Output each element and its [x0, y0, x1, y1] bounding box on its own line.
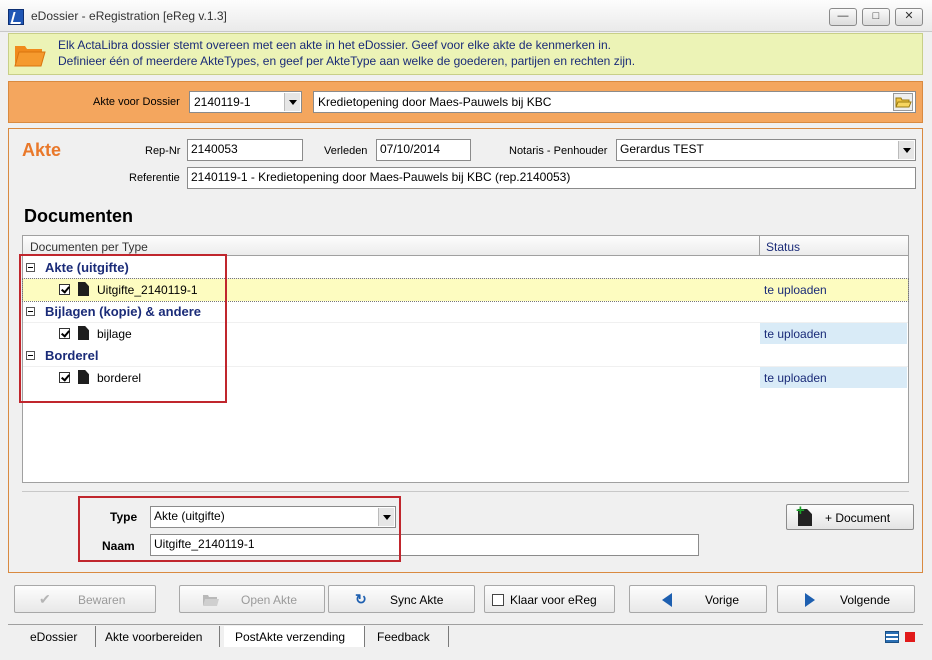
- akte-title: Akte: [22, 140, 62, 160]
- folder-icon: [14, 46, 46, 67]
- dossier-description-field[interactable]: Kredietopening door Maes-Pauwels bij KBC: [313, 91, 916, 113]
- info-banner: Elk ActaLibra dossier stemt overeen met …: [8, 33, 923, 75]
- next-button[interactable]: Volgende: [777, 585, 915, 613]
- repnr-label: Rep-Nr: [145, 145, 181, 157]
- arrow-left-icon: [662, 593, 672, 607]
- klaar-label: Klaar voor eReg: [510, 593, 597, 607]
- tab-akte-voorbereiden[interactable]: Akte voorbereiden: [100, 626, 220, 647]
- stop-icon[interactable]: [905, 632, 915, 642]
- sync-akte-button[interactable]: ↻ Sync Akte: [328, 585, 475, 613]
- verleden-label: Verleden: [324, 145, 368, 157]
- save-label: Bewaren: [78, 593, 126, 607]
- arrow-right-icon: [805, 593, 815, 607]
- dossier-description: Kredietopening door Maes-Pauwels bij KBC: [318, 95, 552, 109]
- maximize-button[interactable]: □: [862, 8, 890, 26]
- add-document-label: + Document: [825, 511, 891, 525]
- tab-feedback[interactable]: Feedback: [369, 626, 449, 647]
- notaris-value: Gerardus TEST: [620, 142, 704, 156]
- chevron-down-icon[interactable]: [898, 141, 914, 159]
- tab-postakte-verzending[interactable]: PostAkte verzending: [224, 626, 365, 647]
- banner-text-line2: Definieer één of meerdere AkteTypes, en …: [58, 54, 636, 68]
- folder-icon: [203, 595, 219, 606]
- refresh-icon: ↻: [355, 591, 367, 607]
- close-button[interactable]: ✕: [895, 8, 923, 26]
- window-title: eDossier - eRegistration [eReg v.1.3]: [31, 9, 227, 23]
- app-icon: [8, 9, 24, 25]
- dossier-label: Akte voor Dossier: [93, 96, 180, 108]
- banner-text-line1: Elk ActaLibra dossier stemt overeen met …: [58, 38, 611, 52]
- highlight-box: [78, 496, 401, 562]
- add-document-button[interactable]: + + Document: [786, 502, 914, 530]
- minimize-button[interactable]: —: [829, 8, 857, 26]
- previous-label: Vorige: [705, 593, 740, 607]
- next-label: Volgende: [840, 593, 891, 607]
- document-status: te uploaden: [760, 323, 907, 344]
- tree-header: Documenten per Type Status: [23, 236, 908, 256]
- checkmark-icon: ✔: [39, 591, 51, 607]
- repnr-field[interactable]: 2140053: [187, 139, 303, 161]
- plus-icon: +: [796, 502, 805, 519]
- chevron-down-icon[interactable]: [284, 93, 300, 111]
- dossier-select[interactable]: 2140119-1: [189, 91, 302, 113]
- referentie-field[interactable]: 2140119-1 - Kredietopening door Maes-Pau…: [187, 167, 916, 189]
- open-akte-button[interactable]: Open Akte: [179, 585, 325, 613]
- save-button[interactable]: ✔ Bewaren: [14, 585, 156, 613]
- bottom-tab-bar: eDossier Akte voorbereiden PostAkte verz…: [8, 624, 923, 648]
- open-akte-label: Open Akte: [241, 593, 298, 607]
- column-header-documents[interactable]: Documenten per Type: [30, 240, 148, 254]
- dossier-select-value: 2140119-1: [194, 95, 251, 109]
- sync-akte-label: Sync Akte: [390, 593, 444, 607]
- verleden-field[interactable]: 07/10/2014: [376, 139, 471, 161]
- dossier-selector-bar: Akte voor Dossier 2140119-1 Kredietopeni…: [8, 81, 923, 123]
- klaar-voor-ereg-checkbox[interactable]: Klaar voor eReg: [484, 585, 615, 613]
- documents-title: Documenten: [24, 206, 134, 226]
- menu-icon[interactable]: [885, 631, 899, 643]
- document-status: te uploaden: [764, 283, 827, 297]
- notaris-select[interactable]: Gerardus TEST: [616, 139, 916, 161]
- previous-button[interactable]: Vorige: [629, 585, 767, 613]
- document-status: te uploaden: [760, 367, 907, 388]
- column-header-status[interactable]: Status: [766, 240, 800, 254]
- column-divider[interactable]: [759, 236, 760, 256]
- referentie-label: Referentie: [129, 172, 180, 184]
- open-folder-icon[interactable]: [893, 93, 913, 111]
- checkbox-box[interactable]: [492, 594, 504, 606]
- tab-edossier[interactable]: eDossier: [18, 626, 96, 647]
- highlight-box: [19, 254, 227, 403]
- title-bar: eDossier - eRegistration [eReg v.1.3] — …: [0, 0, 932, 32]
- notaris-label: Notaris - Penhouder: [509, 145, 608, 157]
